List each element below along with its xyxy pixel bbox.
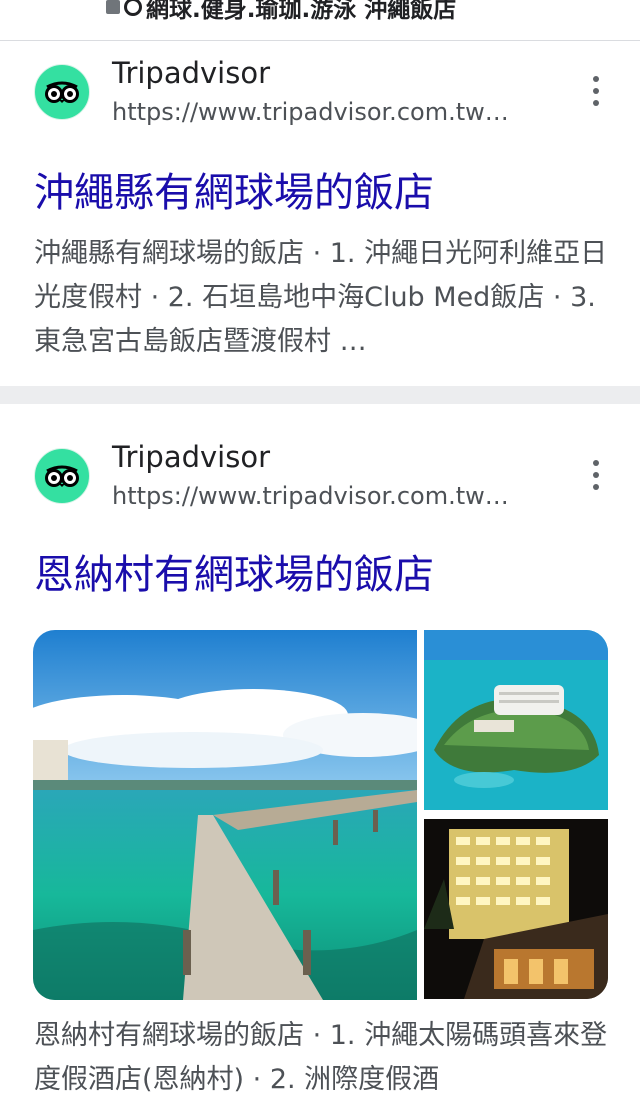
more-options-icon[interactable] xyxy=(586,76,606,106)
owl-icon xyxy=(45,81,79,103)
search-icon xyxy=(124,0,142,16)
search-bar[interactable]: 網球.健身.瑜珈.游泳 沖繩飯店 xyxy=(0,0,640,41)
results-divider xyxy=(0,386,640,404)
owl-icon xyxy=(45,465,79,487)
tripadvisor-logo-icon xyxy=(34,64,90,120)
result-image-hotel-night[interactable] xyxy=(424,819,608,999)
result-image-pier[interactable] xyxy=(33,630,417,1000)
result-title[interactable]: 恩納村有網球場的飯店 xyxy=(34,542,434,600)
result-source[interactable]: Tripadvisor xyxy=(112,56,270,90)
result-snippet: 沖繩縣有網球場的飯店 · 1. 沖繩日光阿利維亞日光度假村 · 2. 石垣島地中… xyxy=(34,238,608,357)
result-url[interactable]: https://www.tripadvisor.com.tw… xyxy=(112,98,532,126)
result-url[interactable]: https://www.tripadvisor.com.tw… xyxy=(112,482,532,510)
result-title[interactable]: 沖繩縣有網球場的飯店 xyxy=(34,160,434,218)
result-image-resort-aerial[interactable] xyxy=(424,630,608,810)
lock-icon xyxy=(106,0,120,14)
search-query: 網球.健身.瑜珈.游泳 沖繩飯店 xyxy=(106,0,456,24)
search-query-text: 網球.健身.瑜珈.游泳 沖繩飯店 xyxy=(146,0,457,23)
tripadvisor-logo-icon xyxy=(34,448,90,504)
more-options-icon[interactable] xyxy=(586,460,606,490)
result-source[interactable]: Tripadvisor xyxy=(112,440,270,474)
result-snippet: 恩納村有網球場的飯店 · 1. 沖繩太陽碼頭喜來登度假酒店(恩納村) · 2. … xyxy=(34,1020,608,1095)
